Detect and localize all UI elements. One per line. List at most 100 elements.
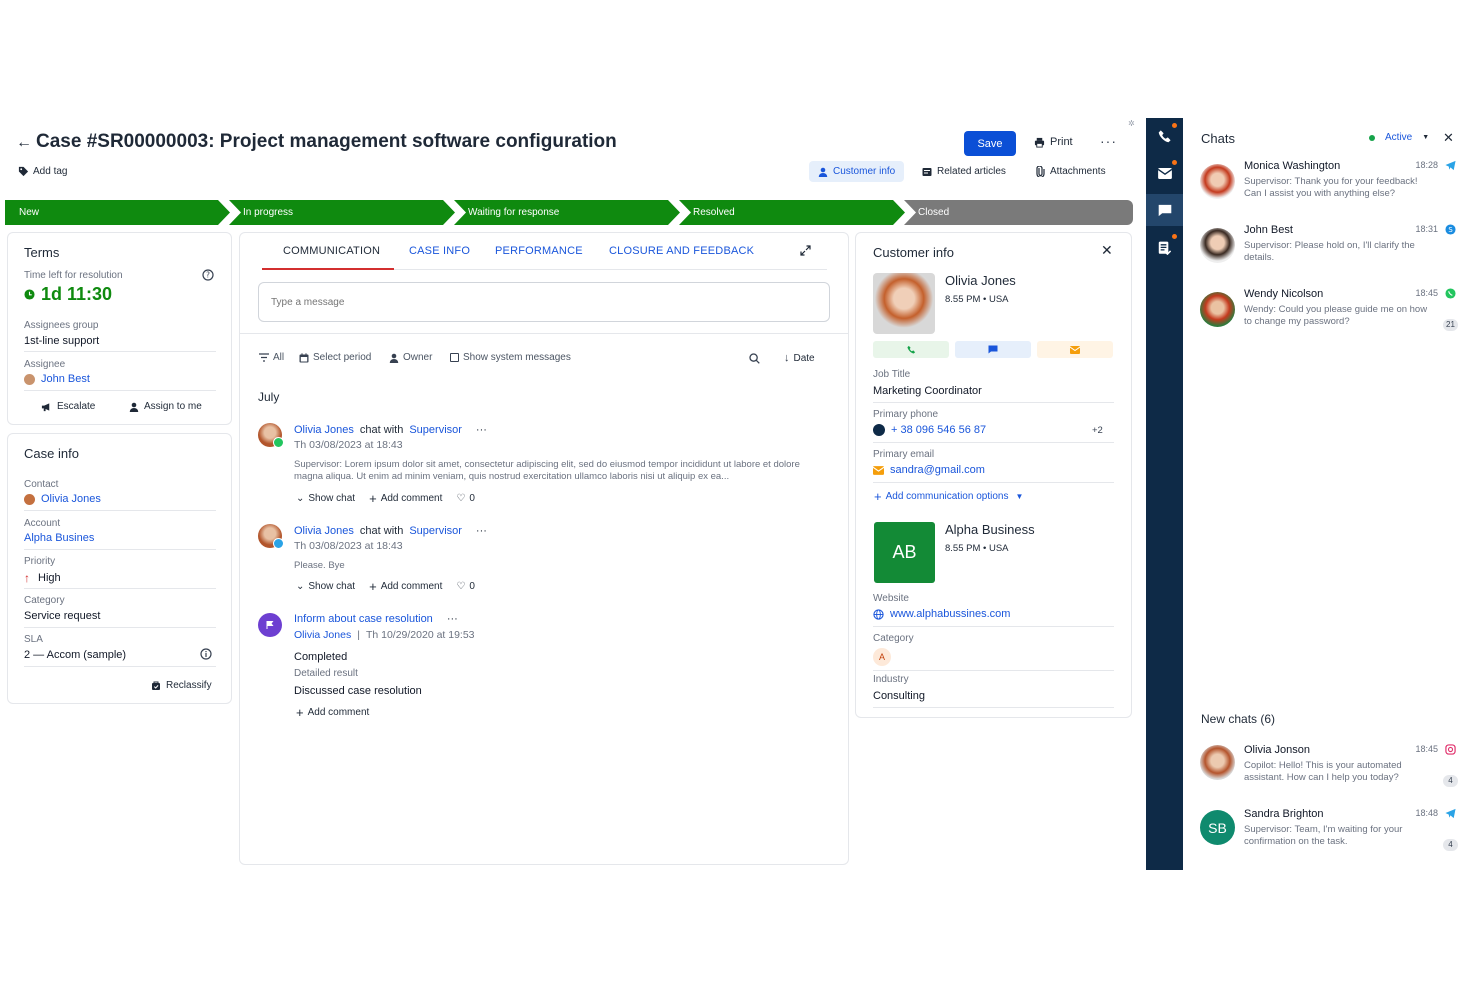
feed-mid-text: chat with [359, 525, 404, 537]
account-link[interactable]: Alpha Busines [24, 532, 94, 544]
tab-attachments[interactable]: Attachments [1027, 161, 1115, 182]
assignee-link[interactable]: John Best [41, 373, 90, 385]
call-button[interactable] [873, 341, 949, 358]
task-title-link[interactable]: Inform about case resolution [294, 613, 433, 625]
rail-email[interactable] [1146, 157, 1183, 189]
task-more-button[interactable]: ··· [447, 613, 458, 625]
help-icon[interactable]: ? [202, 269, 214, 281]
like-button[interactable]: ♡ 0 [456, 493, 475, 504]
feed-target-link[interactable]: Supervisor [409, 424, 462, 436]
contact-link[interactable]: Olivia Jones [41, 493, 101, 505]
communication-panel: COMMUNICATION CASE INFO PERFORMANCE CLOS… [239, 232, 849, 865]
add-tag-button[interactable]: Add tag [18, 166, 67, 177]
tab-performance[interactable]: PERFORMANCE [495, 245, 583, 257]
stage-waiting-for-response[interactable]: Waiting for response [454, 200, 680, 225]
case-info-title: Case info [24, 446, 79, 461]
feed-target-link[interactable]: Supervisor [409, 525, 462, 537]
save-button[interactable]: Save [964, 131, 1016, 156]
unread-count: 4 [1443, 839, 1458, 851]
tab-case-info[interactable]: CASE INFO [409, 245, 470, 257]
instagram-icon [1445, 744, 1456, 755]
new-chat-item[interactable]: SB Sandra Brighton 18:48 Supervisor: Tea… [1200, 807, 1462, 863]
chat-button[interactable] [955, 341, 1031, 358]
category-value[interactable]: Service request [24, 610, 100, 622]
add-communication-options-button[interactable]: + Add communication options ▼ [874, 489, 1023, 504]
feed-contact-link[interactable]: Olivia Jones [294, 525, 354, 537]
stage-resolved[interactable]: Resolved [679, 200, 905, 225]
chat-bubble-icon [1158, 204, 1171, 216]
chat-item[interactable]: John Best 18:31 S Supervisor: Please hol… [1200, 223, 1462, 279]
stage-closed[interactable]: Closed [904, 200, 1133, 225]
terms-card: Terms Time left for resolution ? 1d 11:3… [7, 232, 232, 425]
task-status: Completed [294, 651, 348, 663]
feed-contact-link[interactable]: Olivia Jones [294, 424, 354, 436]
email-button[interactable] [1037, 341, 1113, 358]
sla-value[interactable]: 2 — Accom (sample) [24, 649, 126, 661]
message-input[interactable] [258, 282, 830, 322]
close-icon[interactable]: ✕ [1101, 242, 1113, 259]
rail-tasks[interactable] [1146, 232, 1183, 264]
filter-select-period[interactable]: Select period [299, 352, 371, 363]
category-badge[interactable]: A [873, 648, 891, 666]
primary-email-label: Primary email [873, 449, 935, 460]
feed-more-button[interactable]: ··· [476, 424, 487, 436]
filter-owner[interactable]: Owner [389, 352, 432, 363]
assign-to-me-button[interactable]: Assign to me [129, 401, 202, 412]
primary-email-value[interactable]: sandra@gmail.com [873, 464, 985, 476]
task-result-label: Detailed result [294, 668, 358, 679]
phone-more-badge[interactable]: +2 [1092, 425, 1103, 436]
rail-phone[interactable] [1146, 120, 1183, 152]
add-comment-button[interactable]: + Add comment [369, 491, 442, 506]
info-icon[interactable] [200, 648, 212, 660]
rail-chat[interactable] [1146, 194, 1183, 226]
stage-new[interactable]: New [5, 200, 230, 225]
agent-status-dropdown[interactable]: Active ▼ [1369, 132, 1429, 143]
assignee-value[interactable]: John Best [24, 373, 90, 385]
back-arrow-icon[interactable]: ← [16, 134, 32, 152]
close-icon[interactable]: ✕ [1443, 130, 1454, 146]
show-chat-button[interactable]: ⌄ Show chat [296, 493, 355, 504]
task-list-icon [1158, 241, 1171, 255]
tab-customer-info[interactable]: Customer info [809, 161, 905, 182]
assignees-group-value[interactable]: 1st-line support [24, 335, 99, 347]
settings-gear-icon[interactable]: ✲ [1128, 119, 1135, 128]
filter-all-label: All [273, 352, 285, 363]
contact-label: Contact [24, 479, 59, 490]
priority-value[interactable]: ↑ High [24, 571, 61, 585]
unread-count: 21 [1443, 319, 1458, 331]
search-icon[interactable] [749, 353, 760, 364]
filter-all[interactable]: All [259, 352, 284, 363]
show-system-messages-checkbox[interactable]: Show system messages [450, 352, 571, 363]
chat-bubble-icon [988, 345, 998, 354]
stage-in-progress[interactable]: In progress [229, 200, 455, 225]
website-value[interactable]: www.alphabussines.com [873, 608, 1010, 620]
add-options-label: Add communication options [885, 491, 1009, 502]
task-owner-link[interactable]: Olivia Jones [294, 629, 351, 641]
website-label: Website [873, 593, 909, 604]
job-title-value[interactable]: Marketing Coordinator [873, 385, 982, 397]
add-comment-button[interactable]: + Add comment [296, 705, 369, 720]
add-comment-button[interactable]: + Add comment [369, 579, 442, 594]
print-button[interactable]: Print [1034, 136, 1073, 148]
email-link[interactable]: sandra@gmail.com [890, 464, 985, 476]
primary-phone-value[interactable]: + 38 096 546 56 87 [873, 424, 986, 436]
contact-value[interactable]: Olivia Jones [24, 493, 101, 505]
tab-related-articles[interactable]: Related articles [913, 161, 1015, 182]
phone-link[interactable]: + 38 096 546 56 87 [891, 424, 986, 436]
plus-icon: + [369, 579, 377, 594]
chat-item[interactable]: Wendy Nicolson 18:45 Wendy: Could you pl… [1200, 287, 1462, 343]
reclassify-button[interactable]: Reclassify [151, 680, 212, 691]
show-chat-button[interactable]: ⌄ Show chat [296, 581, 355, 592]
escalate-button[interactable]: Escalate [41, 401, 95, 412]
like-button[interactable]: ♡ 0 [456, 581, 475, 592]
tab-closure-and-feedback[interactable]: CLOSURE AND FEEDBACK [609, 245, 754, 257]
industry-value[interactable]: Consulting [873, 690, 925, 702]
more-actions-button[interactable]: ··· [1100, 133, 1117, 149]
expand-icon[interactable] [800, 245, 811, 256]
tab-communication[interactable]: COMMUNICATION [283, 245, 380, 257]
sort-by-date[interactable]: ↓ Date [784, 352, 815, 364]
feed-more-button[interactable]: ··· [476, 525, 487, 537]
website-link[interactable]: www.alphabussines.com [890, 608, 1010, 620]
new-chat-item[interactable]: Olivia Jonson 18:45 Copilot: Hello! This… [1200, 743, 1462, 799]
chat-item[interactable]: Monica Washington 18:28 Supervisor: Than… [1200, 159, 1462, 215]
